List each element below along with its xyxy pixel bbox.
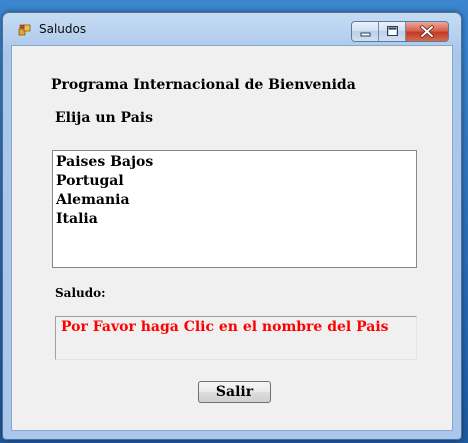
close-icon xyxy=(420,25,434,38)
list-item-portugal[interactable]: Portugal xyxy=(56,172,416,191)
maximize-button[interactable] xyxy=(379,22,406,41)
greeting-message-box: Por Favor haga Clic en el nombre del Pai… xyxy=(55,316,417,360)
close-button[interactable] xyxy=(406,22,448,41)
app-window: Saludos Programa Internacional de Bienve… xyxy=(2,12,462,440)
windows-forms-app-icon xyxy=(18,24,31,36)
greeting-message: Por Favor haga Clic en el nombre del Pai… xyxy=(61,319,389,335)
exit-button[interactable]: Salir xyxy=(198,381,271,403)
program-title: Programa Internacional de Bienvenida xyxy=(51,77,356,93)
country-listbox[interactable]: Paises Bajos Portugal Alemania Italia xyxy=(52,150,417,268)
minimize-icon xyxy=(360,32,371,37)
window-title: Saludos xyxy=(39,22,87,36)
list-item-alemania[interactable]: Alemania xyxy=(56,191,416,210)
choose-country-label: Elija un Pais xyxy=(55,110,153,126)
list-item-italia[interactable]: Italia xyxy=(56,210,416,229)
caption-buttons xyxy=(351,21,449,42)
form-client-area: Programa Internacional de Bienvenida Eli… xyxy=(11,45,453,431)
title-bar[interactable]: Saludos xyxy=(3,13,461,45)
greeting-label: Saludo: xyxy=(55,286,106,300)
maximize-icon xyxy=(387,26,398,36)
minimize-button[interactable] xyxy=(352,22,379,41)
list-item-paises-bajos[interactable]: Paises Bajos xyxy=(56,153,416,172)
